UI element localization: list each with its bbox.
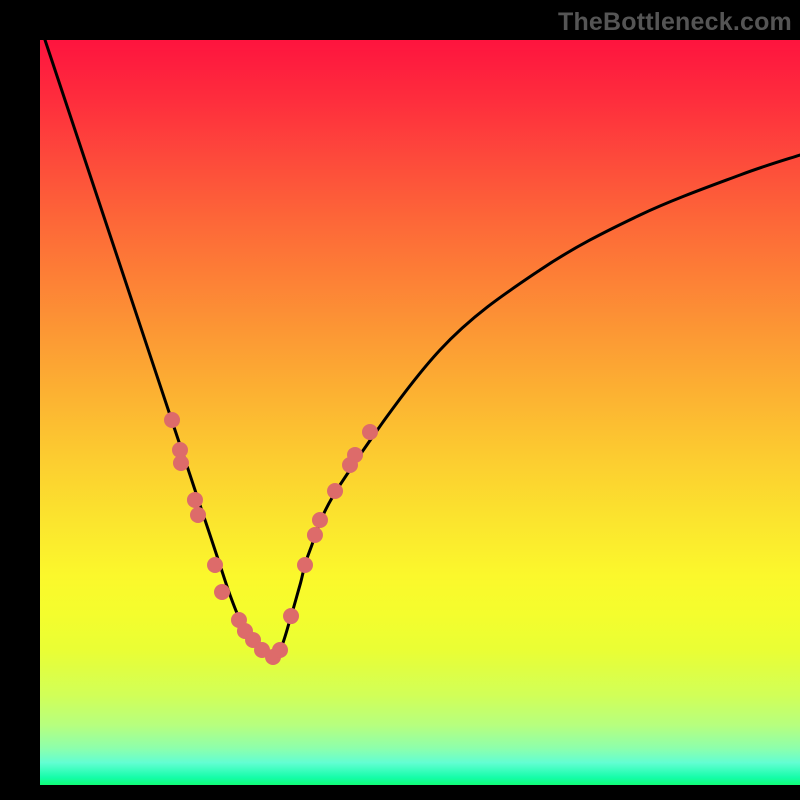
scatter-dot [312, 512, 328, 528]
scatter-dot [190, 507, 206, 523]
scatter-dot [347, 447, 363, 463]
scatter-dot [307, 527, 323, 543]
scatter-dot [272, 642, 288, 658]
scatter-dot [362, 424, 378, 440]
bottleneck-curve [45, 40, 800, 655]
scatter-dot [327, 483, 343, 499]
scatter-dot [173, 455, 189, 471]
scatter-dot [164, 412, 180, 428]
chart-frame: TheBottleneck.com [0, 0, 800, 800]
scatter-dot [207, 557, 223, 573]
chart-svg [40, 40, 800, 785]
scatter-dot [187, 492, 203, 508]
scatter-dot [283, 608, 299, 624]
scatter-dots [164, 412, 378, 665]
plot-area [40, 40, 800, 785]
scatter-dot [214, 584, 230, 600]
watermark-text: TheBottleneck.com [558, 8, 792, 37]
scatter-dot [297, 557, 313, 573]
